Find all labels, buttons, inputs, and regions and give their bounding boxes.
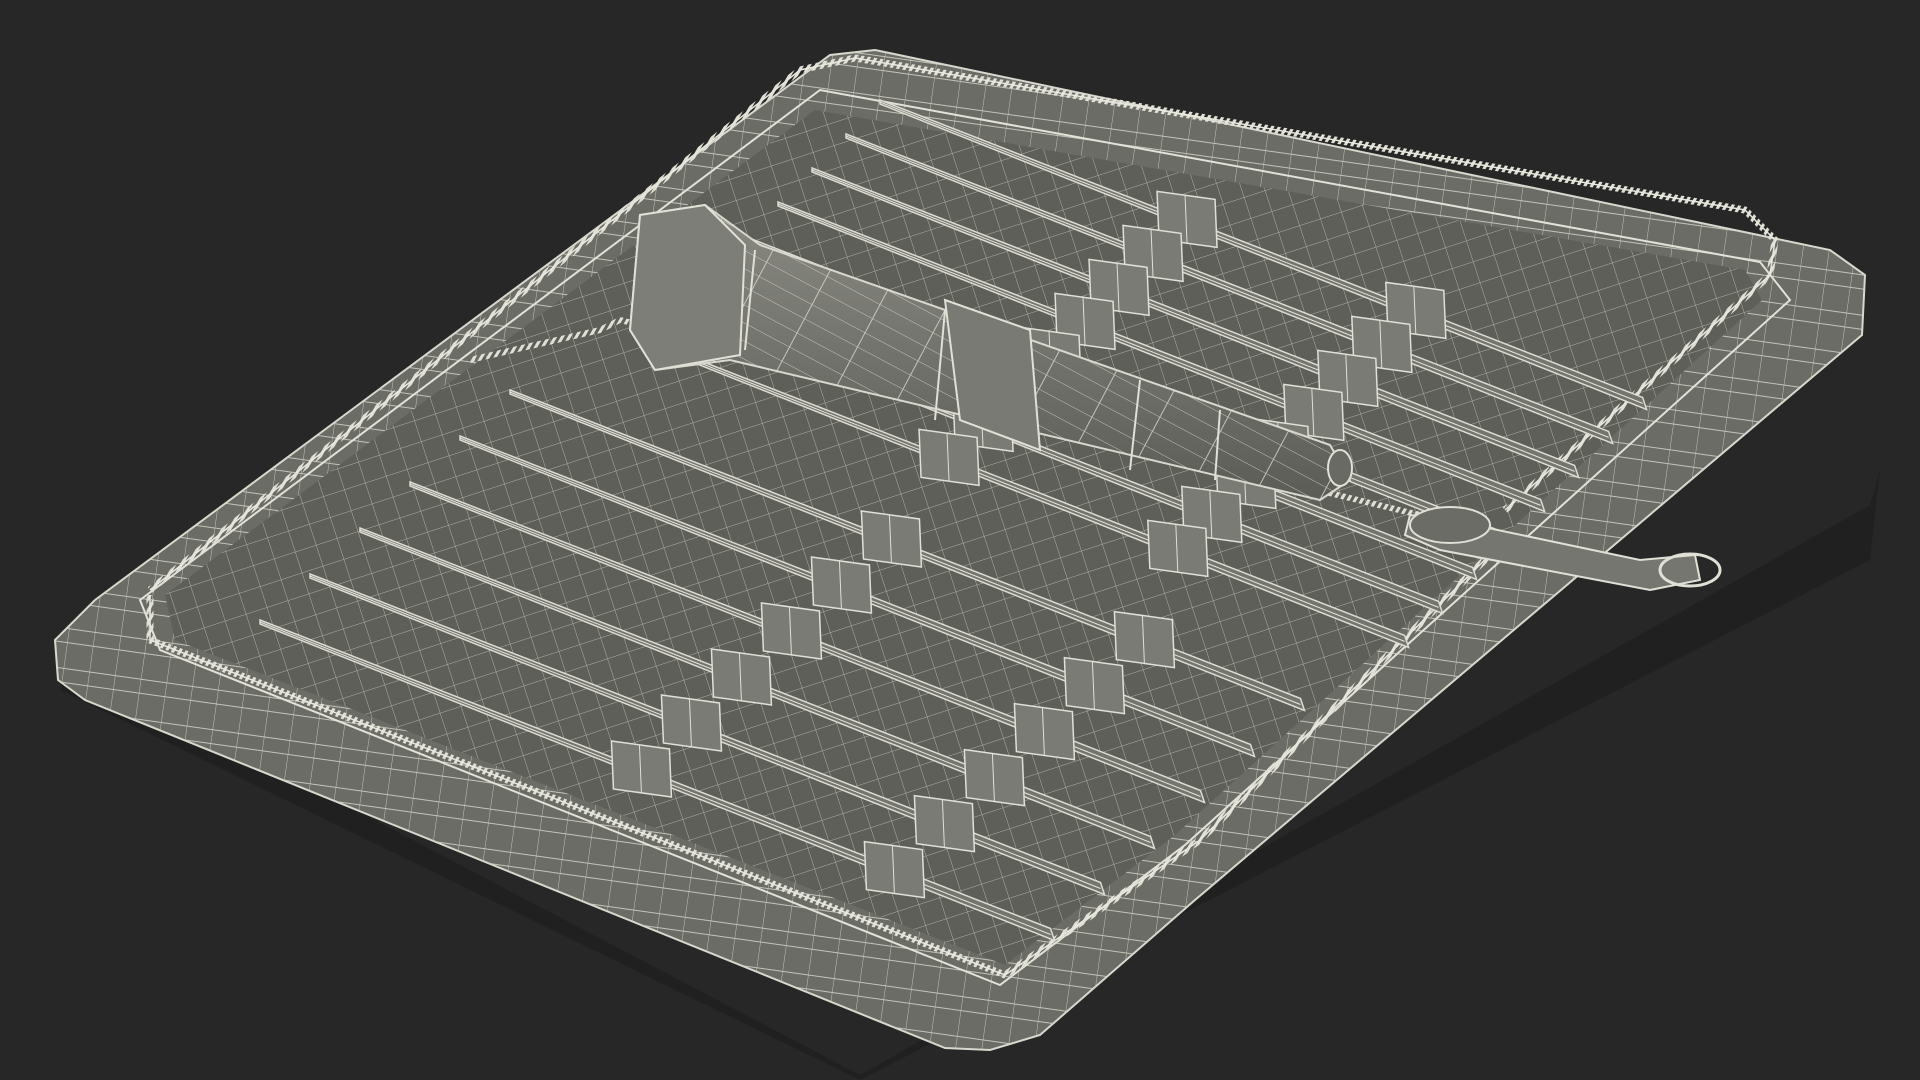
render-viewport: [0, 0, 1920, 1080]
